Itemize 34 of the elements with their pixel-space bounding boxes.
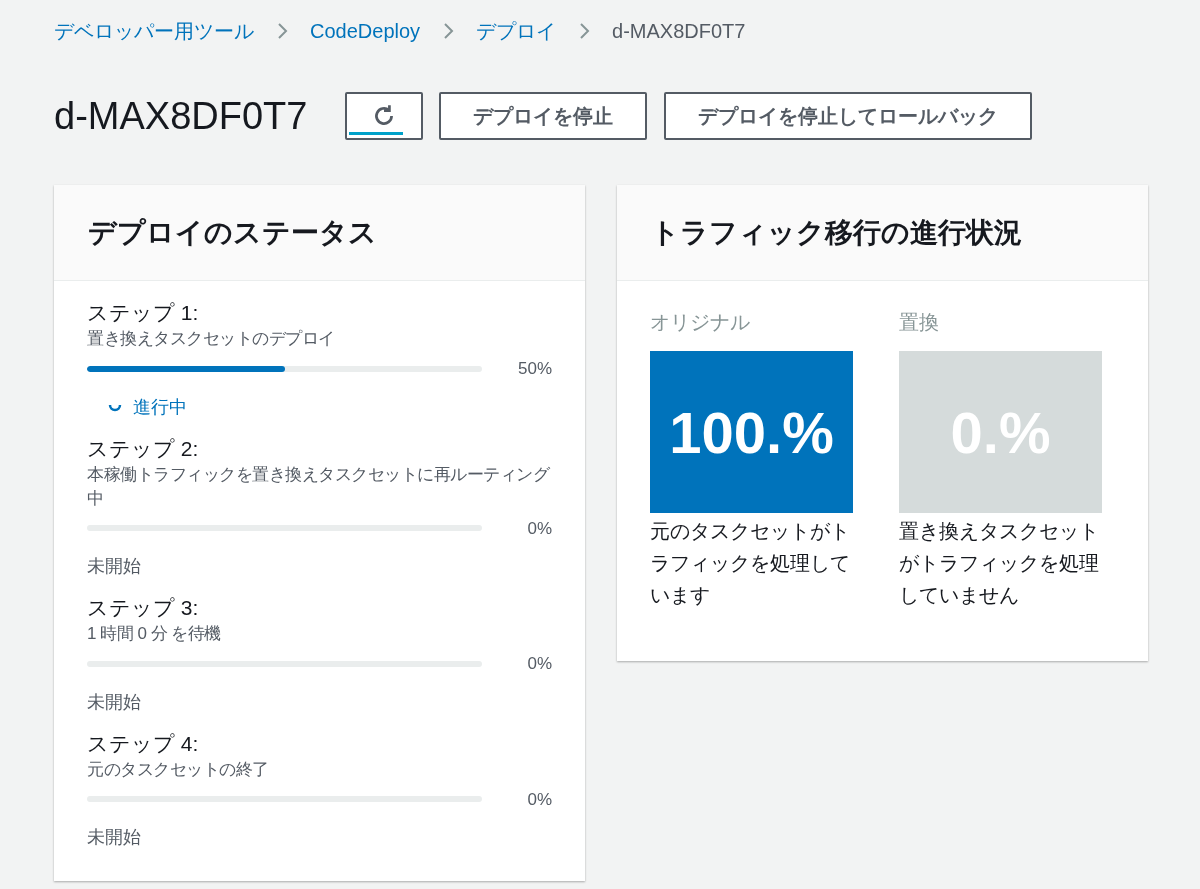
breadcrumb-link[interactable]: デプロイ	[476, 16, 557, 46]
step-description: 本稼働トラフィックを置き換えタスクセットに再ルーティング中	[87, 463, 551, 510]
chevron-right-icon	[578, 22, 591, 40]
progress-percent: 50%	[517, 358, 552, 380]
card-title: トラフィック移行の進行状況	[651, 215, 1022, 250]
column-description: 元のタスクセットがトラフィックを処理しています	[650, 519, 851, 608]
action-button[interactable]: デプロイを停止してロールバック	[664, 92, 1033, 140]
chevron-right-icon	[276, 22, 288, 40]
step-description: 1 時間 0 分 を待機	[87, 623, 222, 645]
refresh-button[interactable]	[345, 92, 424, 140]
breadcrumb-current: d-MAX8DF0T7	[612, 19, 746, 44]
column-description: 置き換えタスクセットがトラフィックを処理していません	[899, 519, 1100, 608]
column-label: オリジナル	[650, 310, 751, 335]
page-title: d-MAX8DF0T7	[54, 97, 308, 135]
progress-percent: 0%	[527, 788, 552, 811]
progress-percent: 0%	[527, 653, 552, 675]
step-label: ステップ 4:	[87, 730, 200, 757]
step-label: ステップ 1:	[87, 300, 200, 326]
step-label: ステップ 3:	[87, 595, 200, 621]
step-description: 元のタスクセットの終了	[87, 758, 270, 781]
status-text: 未開始	[87, 690, 142, 714]
card-title: デプロイのステータス	[88, 215, 377, 250]
status-text: 進行中	[133, 395, 187, 419]
status-text: 未開始	[87, 826, 142, 849]
column-label: 置換	[899, 310, 940, 335]
percentage-tile: 100.%	[650, 351, 853, 513]
breadcrumb-link[interactable]: CodeDeploy	[310, 16, 421, 46]
step-label: ステップ 2:	[87, 435, 200, 462]
breadcrumb-link[interactable]: デベロッパー用ツール	[54, 16, 254, 46]
progress-percent: 0%	[527, 517, 552, 540]
chevron-right-icon	[442, 22, 455, 40]
step-description: 置き換えタスクセットのデプロイ	[87, 328, 336, 350]
action-button[interactable]: デプロイを停止	[439, 92, 648, 140]
status-text: 未開始	[87, 555, 142, 578]
